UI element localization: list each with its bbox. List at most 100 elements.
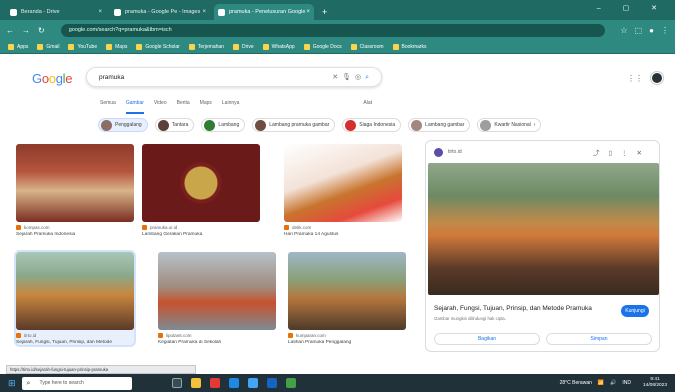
profile-icon[interactable]: ● — [649, 26, 654, 35]
volume-icon[interactable]: 🔊 — [610, 380, 616, 386]
result-thumbnail[interactable] — [16, 252, 134, 330]
tab-maps[interactable]: Maps — [200, 100, 212, 114]
clear-icon[interactable]: ✕ — [332, 74, 342, 81]
save-button[interactable]: Simpan — [546, 333, 652, 345]
bookmark-label: Apps — [17, 43, 29, 50]
chip[interactable]: Lambang gambar — [408, 118, 471, 132]
clock[interactable]: 9:41 14/08/2023 — [637, 377, 667, 389]
chip[interactable]: Siaga Indonesia — [342, 118, 402, 132]
tools-button[interactable]: Alat — [363, 100, 372, 114]
source-label: liputan6.com — [166, 333, 192, 338]
result-thumbnail[interactable] — [288, 252, 406, 330]
result-title[interactable]: Lambang Gerakan Pramuka — [142, 232, 260, 237]
new-tab-button[interactable]: + — [322, 4, 327, 20]
share-icon[interactable]: ⤴ — [593, 150, 609, 157]
back-icon[interactable]: ← — [6, 26, 14, 35]
youtube-icon[interactable] — [209, 378, 220, 388]
windows-start-icon[interactable]: ⊞ — [8, 378, 16, 389]
tab-videos[interactable]: Video — [154, 100, 167, 114]
close-tab-icon[interactable]: × — [202, 9, 206, 15]
visit-button[interactable]: Kunjungi — [621, 305, 649, 317]
weather-text[interactable]: 28°C Berawan — [560, 380, 592, 386]
share-button[interactable]: Bagikan — [434, 333, 540, 345]
lens-icon[interactable]: ◎ — [355, 74, 365, 81]
browser-tab-active[interactable]: pramuka - Penelusuran Google × — [214, 4, 314, 20]
chip[interactable]: Penggalang — [98, 118, 148, 132]
more-icon[interactable]: ⋮ — [621, 150, 637, 157]
bookmark-item[interactable]: WhatsApp — [262, 43, 295, 50]
result-thumbnail[interactable] — [284, 144, 402, 222]
result-title[interactable]: Sejarah Pramuka Indonesia — [16, 232, 134, 237]
tab-more[interactable]: Lainnya — [222, 100, 240, 114]
bookmark-item[interactable]: Google Scholar — [136, 43, 180, 50]
clock-date: 14/08/2023 — [642, 383, 667, 388]
bookmark-item[interactable]: Terjemahan — [188, 43, 224, 50]
result-title[interactable]: Hari Pramuka 14 Agustus — [284, 232, 402, 237]
result-title[interactable]: Sejarah, Fungsi, Tujuan, Prinsip, dan Me… — [16, 340, 134, 345]
star-icon[interactable]: ☆ — [620, 26, 627, 35]
bookmark-item[interactable]: Classroom — [350, 43, 384, 50]
browser-tab[interactable]: pramuka - Google Pe - Images × — [110, 4, 210, 20]
tab-label: pramuka - Penelusuran Google — [229, 9, 306, 15]
chrome-icon[interactable] — [285, 378, 296, 388]
tab-all[interactable]: Semua — [100, 100, 116, 114]
taskbar-search-input[interactable]: Type here to search — [21, 376, 132, 390]
window-controls[interactable]: – ▢ ✕ — [597, 4, 667, 12]
bookmark-item[interactable]: Google Docs — [303, 43, 342, 50]
bookmark-item[interactable]: YouTube — [68, 43, 97, 50]
search-input[interactable]: pramuka — [99, 74, 124, 81]
result-title[interactable]: Latihan Pramuka Penggalang — [288, 340, 406, 345]
bookmark-item[interactable]: Bookmarks — [392, 43, 427, 50]
bookmark-item[interactable]: Gmail — [37, 43, 59, 50]
image-result[interactable]: detik.com Hari Pramuka 14 Agustus — [284, 144, 402, 237]
chip[interactable]: Tantara — [154, 118, 195, 132]
task-view-icon[interactable] — [171, 378, 182, 388]
close-tab-icon[interactable]: × — [306, 9, 310, 15]
edge-icon[interactable] — [228, 378, 239, 388]
preview-image[interactable] — [428, 163, 659, 295]
search-box[interactable]: pramuka ✕🎙◎⌕ — [86, 67, 382, 87]
image-result[interactable]: pramuka.or.id Lambang Gerakan Pramuka — [142, 144, 260, 237]
chevron-right-icon[interactable]: › — [534, 122, 536, 128]
result-title[interactable]: Kegiatan Pramuka di Sekolah — [158, 340, 276, 345]
menu-icon[interactable]: ⋮ — [661, 26, 669, 35]
language-indicator[interactable]: IND — [622, 380, 631, 386]
chip[interactable]: Kwartir Nasional › — [477, 118, 542, 132]
bookmark-item[interactable]: Maps — [106, 43, 127, 50]
image-result[interactable]: kompas.com Sejarah Pramuka Indonesia — [16, 144, 134, 237]
tab-images[interactable]: Gambar — [125, 100, 144, 114]
reload-icon[interactable]: ↻ — [38, 26, 45, 35]
chip[interactable]: Lambang pramuka gambar — [252, 118, 336, 132]
wifi-icon[interactable]: 📶 — [598, 380, 604, 386]
url-input[interactable]: google.com/search?q=pramuka&tbm=isch — [60, 23, 606, 37]
panel-source[interactable]: tirto.id — [448, 149, 462, 155]
bookmark-item[interactable]: Apps — [8, 43, 29, 50]
image-result[interactable]: liputan6.com Kegiatan Pramuka di Sekolah — [158, 252, 276, 345]
search-icon[interactable]: ⌕ — [365, 74, 373, 81]
image-result[interactable]: kumparan.com Latihan Pramuka Penggalang — [288, 252, 406, 345]
result-thumbnail[interactable] — [16, 144, 134, 222]
result-thumbnail[interactable] — [142, 144, 260, 222]
source-favicon-icon — [142, 225, 147, 230]
word-icon[interactable] — [266, 378, 277, 388]
bookmark-icon[interactable]: ▯ — [608, 150, 621, 157]
refinement-chips: Penggalang Tantara Lambang Lambang pramu… — [98, 118, 578, 134]
panel-title[interactable]: Sejarah, Fungsi, Tujuan, Prinsip, dan Me… — [434, 305, 614, 312]
tab-news[interactable]: Berita — [177, 100, 190, 114]
bookmark-item[interactable]: Drive — [232, 43, 254, 50]
image-result-selected[interactable]: tirto.id Sejarah, Fungsi, Tujuan, Prinsi… — [14, 250, 136, 347]
result-thumbnail[interactable] — [158, 252, 276, 330]
mic-icon[interactable]: 🎙 — [342, 74, 355, 81]
extension-icon[interactable]: ⬚ — [635, 26, 643, 35]
close-tab-icon[interactable]: × — [98, 9, 102, 15]
forward-icon[interactable]: → — [22, 26, 30, 35]
google-logo[interactable]: Google — [32, 71, 72, 86]
apps-grid-icon[interactable]: ⋮⋮ — [627, 74, 643, 83]
store-icon[interactable] — [247, 378, 258, 388]
file-explorer-icon[interactable] — [190, 378, 201, 388]
bookmark-label: WhatsApp — [271, 43, 295, 50]
browser-tab[interactable]: Beranda - Drive × — [6, 4, 106, 20]
avatar[interactable] — [651, 72, 663, 84]
close-icon[interactable]: ✕ — [637, 150, 651, 157]
chip[interactable]: Lambang — [201, 118, 246, 132]
